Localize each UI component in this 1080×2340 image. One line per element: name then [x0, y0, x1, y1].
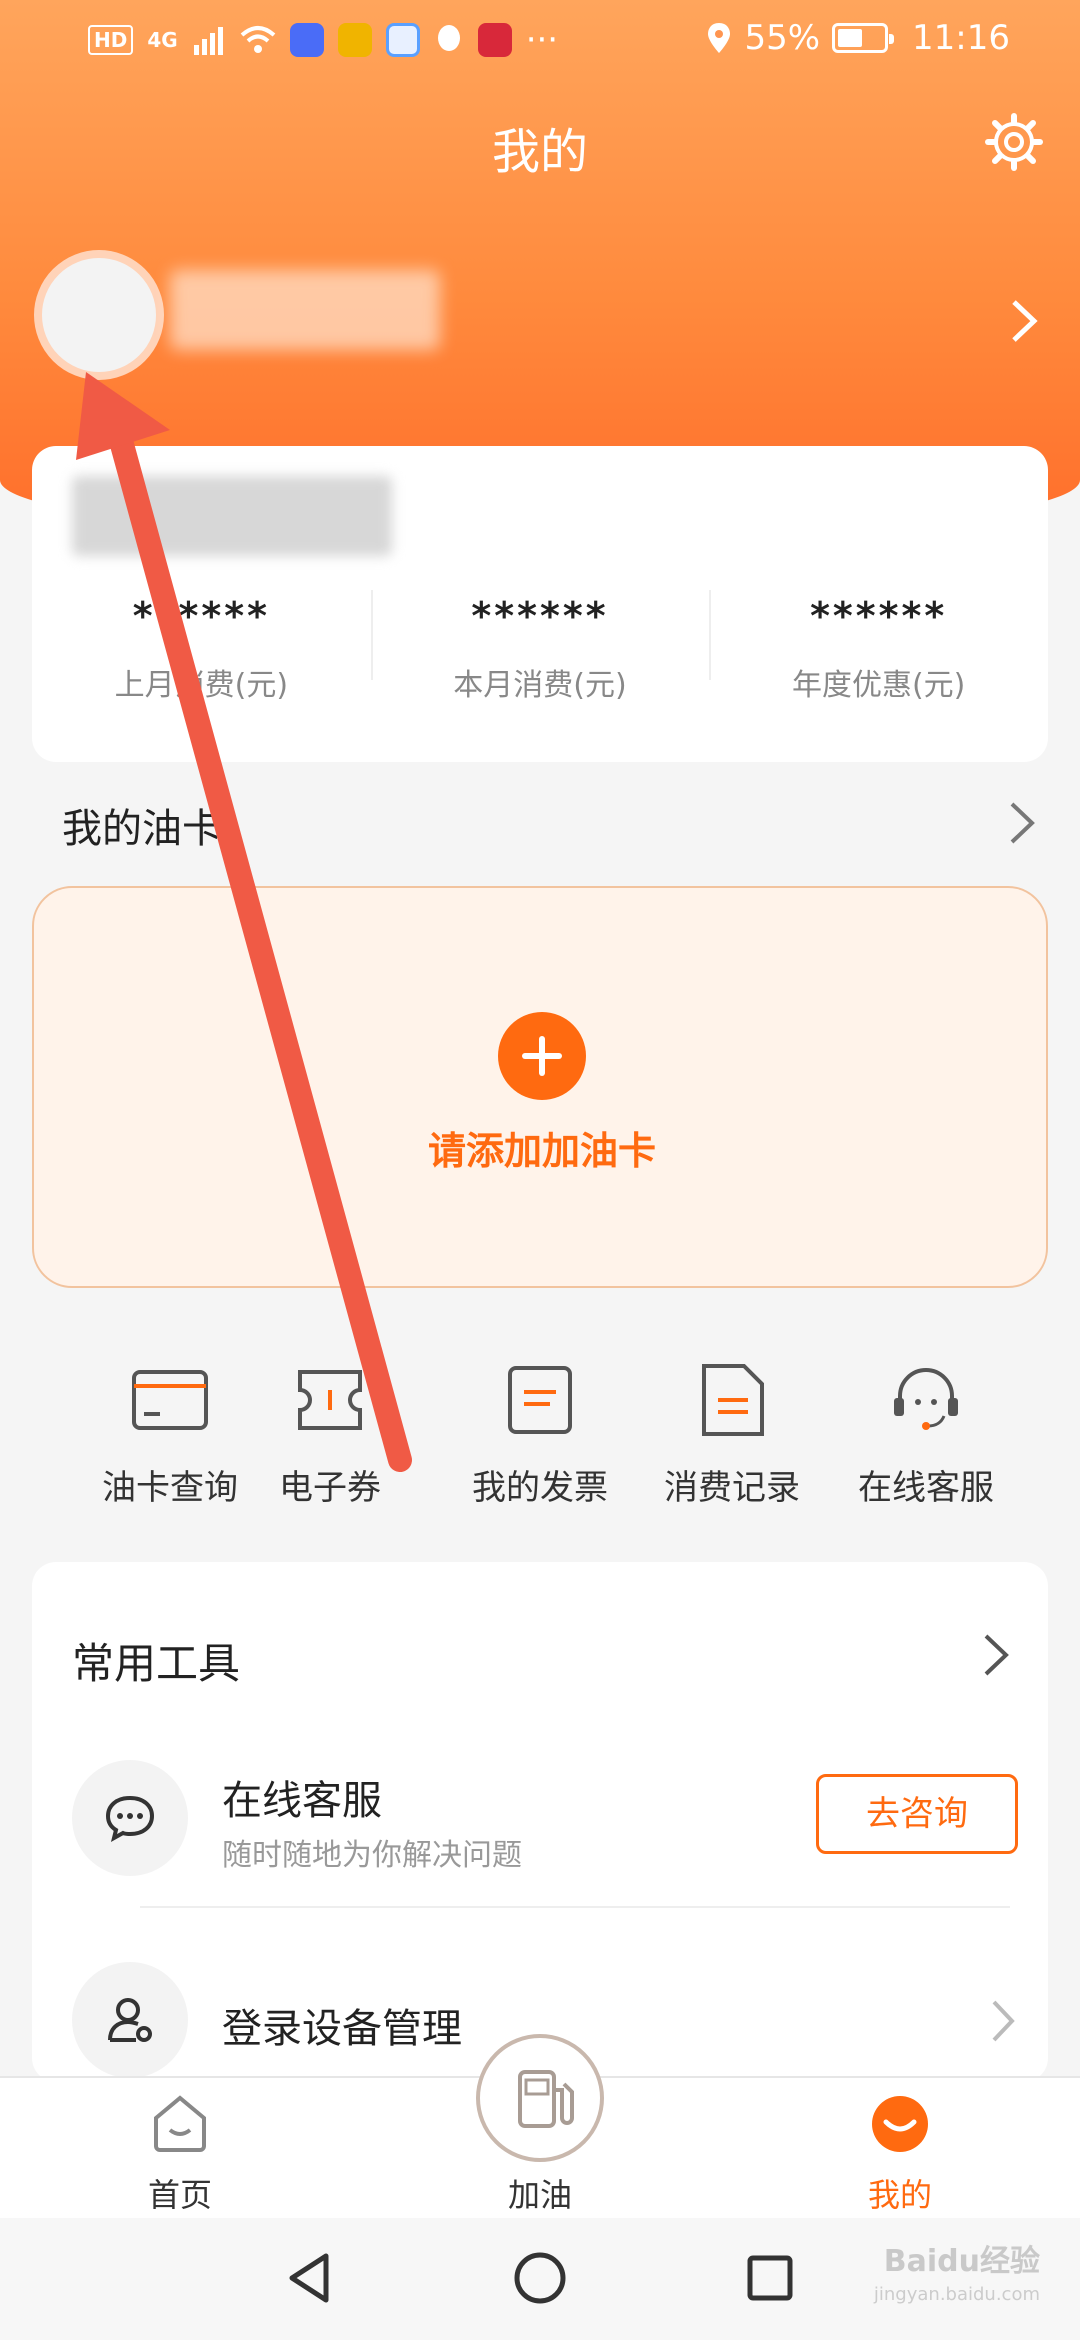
hd-indicator: HD: [88, 25, 134, 55]
tool-name: 在线客服: [222, 1778, 382, 1824]
nav-home[interactable]: 首页: [90, 2092, 270, 2216]
stat-value: ******: [132, 594, 270, 638]
browser-app-icon: [385, 23, 420, 57]
nav-label: 我的: [867, 2176, 932, 2214]
clock: 11:16: [912, 18, 1010, 58]
consult-button[interactable]: 去咨询: [816, 1774, 1018, 1854]
invoice-icon: [508, 1366, 572, 1434]
quick-label: 我的发票: [472, 1468, 608, 1508]
status-bar: HD 4G ··· 55% 11:16: [0, 0, 1080, 84]
qq-icon: [437, 25, 460, 51]
avatar[interactable]: [34, 250, 164, 380]
chat-icon: [105, 1795, 155, 1842]
back-icon[interactable]: [280, 2248, 340, 2308]
quick-my-invoice[interactable]: 我的发票: [440, 1360, 640, 1509]
nav-mine[interactable]: 我的: [810, 2092, 990, 2216]
music-app-icon: [289, 23, 324, 57]
settings-gear-icon[interactable]: [982, 110, 1046, 174]
add-oil-card-panel[interactable]: 请添加加油卡: [32, 886, 1048, 1288]
chevron-right-icon[interactable]: [1004, 296, 1044, 346]
card-info-blurred: [72, 476, 392, 556]
nav-refuel-label-wrap[interactable]: 加油: [450, 2170, 630, 2216]
chevron-right-icon[interactable]: [988, 1998, 1018, 2044]
record-icon: [702, 1364, 764, 1436]
stat-value: ******: [471, 594, 609, 638]
quick-label: 在线客服: [858, 1468, 994, 1508]
card-icon: [132, 1370, 208, 1430]
quick-label: 电子券: [279, 1468, 381, 1508]
signal-icon: [193, 27, 223, 55]
nav-refuel-button[interactable]: [476, 2034, 604, 2162]
home-circle-icon[interactable]: [510, 2248, 570, 2308]
stat-value: ******: [810, 594, 948, 638]
tool-desc: 随时随地为你解决问题: [222, 1838, 522, 1873]
chevron-right-icon[interactable]: [1004, 798, 1040, 848]
quick-label: 消费记录: [664, 1468, 800, 1508]
nav-label: 加油: [507, 2176, 572, 2214]
smile-icon: [872, 2096, 928, 2152]
divider: [140, 1906, 1010, 1908]
quick-online-service[interactable]: 在线客服: [826, 1360, 1026, 1509]
fuel-pump-icon: [518, 2070, 574, 2128]
tools-title[interactable]: 常用工具: [72, 1630, 240, 1691]
username-blurred[interactable]: [170, 270, 440, 350]
watermark: Baidu经验: [883, 2244, 1040, 2279]
consumption-card: ****** 上月消费(元) ****** 本月消费(元) ****** 年度优…: [32, 446, 1048, 762]
common-tools-card: 常用工具 在线客服 随时随地为你解决问题 去咨询 登录设备管理: [32, 1562, 1048, 2082]
add-oil-card-label[interactable]: 请添加加油卡: [34, 1120, 1050, 1175]
network-type: 4G: [147, 28, 178, 52]
add-plus-icon[interactable]: [498, 1012, 586, 1100]
tool-name: 登录设备管理: [222, 2006, 462, 2052]
tool-online-service[interactable]: 在线客服 随时随地为你解决问题 去咨询: [72, 1760, 1018, 1880]
quick-actions: 油卡查询 电子券 我的发票 消费记录 在线客服: [0, 1360, 1080, 1510]
recents-icon[interactable]: [740, 2248, 800, 2308]
page-title: 我的: [491, 124, 588, 180]
quick-e-coupon[interactable]: 电子券: [230, 1360, 430, 1509]
stat-label: 年度优惠(元): [791, 668, 966, 703]
location-icon: [708, 23, 731, 53]
battery-icon: [832, 23, 895, 53]
nav-label: 首页: [147, 2176, 212, 2214]
app-notification-icon: [337, 23, 372, 57]
quick-consumption-record[interactable]: 消费记录: [632, 1360, 832, 1509]
wifi-icon: [240, 26, 276, 53]
my-oil-card-title[interactable]: 我的油卡: [62, 796, 222, 854]
stat-last-month[interactable]: ****** 上月消费(元): [32, 586, 371, 716]
headset-icon: [894, 1368, 958, 1430]
ticket-icon: [298, 1370, 362, 1430]
home-icon: [154, 2095, 206, 2152]
battery-percent: 55%: [744, 18, 821, 58]
chevron-right-icon[interactable]: [978, 1630, 1014, 1680]
more-notifications: ···: [525, 20, 559, 60]
watermark-sub: jingyan.baidu.com: [873, 2284, 1040, 2305]
chat-icon-wrap: [72, 1760, 188, 1876]
user-device-icon: [108, 1998, 152, 2042]
stat-label: 本月消费(元): [453, 668, 627, 703]
user-device-icon-wrap: [72, 1962, 188, 2078]
stat-this-month[interactable]: ****** 本月消费(元): [370, 586, 710, 716]
stat-yearly-discount[interactable]: ****** 年度优惠(元): [709, 586, 1048, 716]
shopping-app-icon: [477, 23, 512, 57]
stat-label: 上月消费(元): [114, 668, 289, 703]
